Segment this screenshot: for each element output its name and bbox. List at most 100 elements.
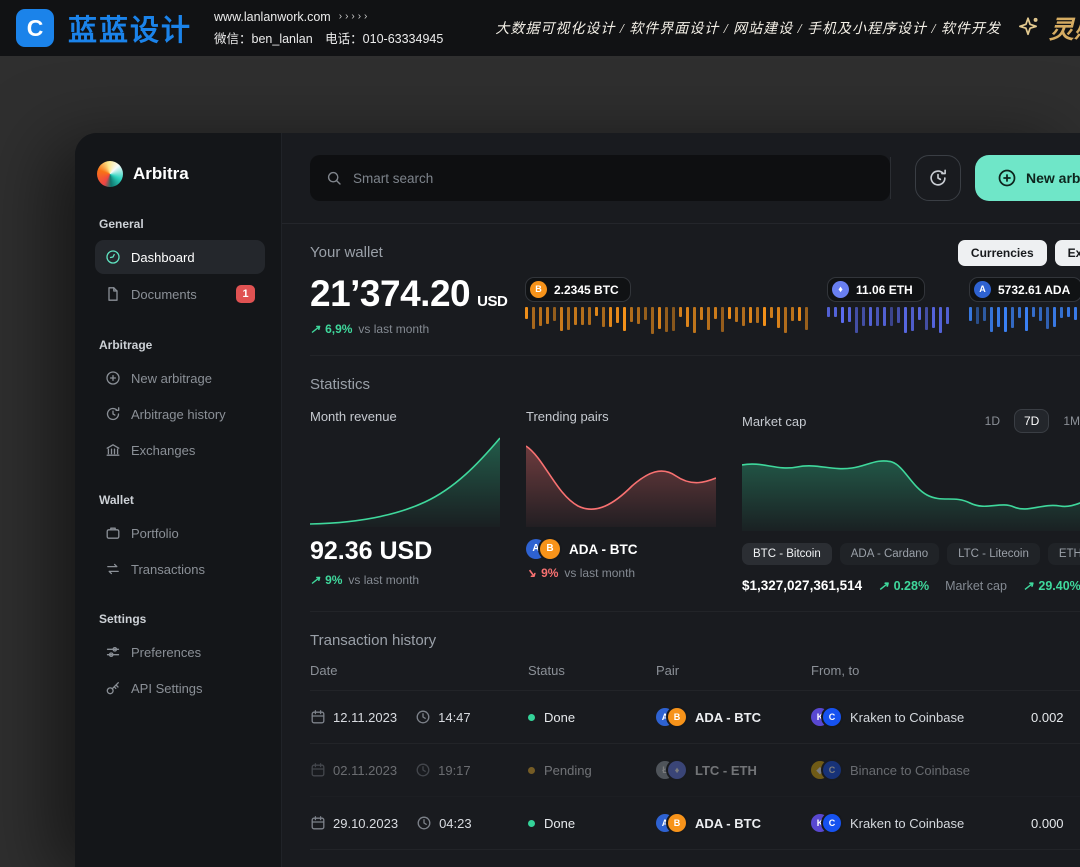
page-background: Arbitra General Dashboard Documents1 Arbitr… [0,56,1080,867]
tag-ltc-litecoin[interactable]: LTC - Litecoin [947,543,1040,565]
balance-currency: USD [477,293,507,310]
sidebar-item-label: Arbitrage history [131,407,226,422]
btc-icon: B [668,814,686,832]
pair-cell: Ł♦ LTC - ETH [656,761,811,779]
new-arbitrage-label: New arbitrage [1026,170,1080,186]
eth-icon: ♦ [668,761,686,779]
services-nav[interactable]: 大数据可视化设计 / 软件界面设计 / 网站建设 / 手机及小程序设计 / 软件… [495,18,1001,38]
holding-amount: 2.2345 BTC [554,283,619,297]
sidebar-item-label: Exchanges [131,443,195,458]
sidebar-item-exchanges[interactable]: Exchanges [95,433,265,467]
column-date: Date [310,663,528,678]
status-label: Done [544,816,575,831]
tx-date: 29.10.2023 [333,816,398,831]
date-cell: 29.10.2023 04:23 [310,815,528,831]
exchanges-button[interactable]: Exchanges [1055,240,1080,266]
briefcase-icon [105,525,121,541]
search-input[interactable] [353,171,874,186]
pair-icons: Ł♦ [656,761,686,779]
dashboard-panel: Arbitra General Dashboard Documents1 Arbitr… [75,133,1080,867]
notification-badge: 1 [236,285,255,303]
sidebar: Arbitra General Dashboard Documents1 Arbitr… [75,133,282,867]
period-1m[interactable]: 1M [1053,409,1080,433]
plus-circle-icon [997,168,1017,188]
site-contact-block: www.lanlanwork.com ››››› 微信：ben_lanlan 电… [214,10,443,47]
period-switch: 1D7D1M [975,409,1080,433]
statistics-section: Statistics Month revenue 92.36 USD [310,356,1080,612]
site-contact: 微信：ben_lanlan 电话：010-63334945 [214,28,443,47]
lanlan-logo-icon[interactable]: C [16,9,54,47]
transactions-body: 12.11.2023 14:47 Done AB ADA - BTC KC Kr… [310,691,1080,850]
sparkle-icon [1015,15,1041,41]
app-name: Arbitra [133,164,189,184]
sidebar-section-wallet: Wallet [99,493,261,507]
history-button[interactable] [915,155,961,201]
btc-icon: B [540,539,560,559]
clock-icon [415,709,431,725]
wallet-actions: Currencies Exchanges [958,240,1080,266]
month-revenue-card: Month revenue 92.36 USD ↗9% vs last mont… [310,409,500,593]
sidebar-section-arbitrage: Arbitrage [99,338,261,352]
route-cell: KC Kraken to Coinbase [811,708,1031,726]
inspiration-label: 灵感收集 [1049,10,1080,46]
calendar-icon [310,815,326,831]
coinbase-icon: C [823,761,841,779]
wallet-title: Your wallet [310,244,383,261]
pair-label: ADA - BTC [695,816,761,831]
search-box[interactable] [310,155,890,201]
sidebar-item-preferences[interactable]: Preferences [95,635,265,669]
sidebar-item-transactions[interactable]: Transactions [95,552,265,586]
sidebar-item-label: Transactions [131,562,205,577]
table-header: Date Status Pair From, to [310,649,1080,691]
coinbase-icon: C [823,814,841,832]
route-label: Binance to Coinbase [850,763,970,778]
sidebar-section-settings: Settings [99,612,261,626]
period-1d[interactable]: 1D [975,409,1010,433]
status-cell: Done [528,710,656,725]
logo-letter: C [27,15,44,42]
inspiration-link[interactable]: 灵感收集 [1015,10,1080,46]
status-dot [528,714,535,721]
tag-eth-ethereum[interactable]: ETH - Ethereum [1048,543,1080,565]
period-7d[interactable]: 7D [1014,409,1049,433]
clock-icon [416,815,432,831]
table-row[interactable]: 02.11.2023 19:17 Pending Ł♦ LTC - ETH ◆C… [310,744,1080,797]
wallet-balance: 21’374.20USD ↗6,9% vs last month [310,273,525,336]
new-arbitrage-button[interactable]: New arbitrage [975,155,1080,201]
status-label: Done [544,710,575,725]
sidebar-item-api-settings[interactable]: API Settings [95,671,265,705]
pair-label: LTC - ETH [695,763,757,778]
site-url[interactable]: www.lanlanwork.com [214,10,331,24]
calendar-icon [310,709,326,725]
btc-icon: B [530,281,547,298]
sidebar-item-documents[interactable]: Documents1 [95,276,265,312]
sidebar-item-arbitrage-history[interactable]: Arbitrage history [95,397,265,431]
month-revenue-sparkline [310,432,500,527]
amount-cell: 0.002 [1031,710,1080,725]
status-cell: Done [528,816,656,831]
sidebar-item-dashboard[interactable]: Dashboard [95,240,265,274]
exchange-tags: BTC - Bitcoin ADA - Cardano LTC - Litecoin… [742,543,1080,565]
route-label: Kraken to Coinbase [850,816,964,831]
status-cell: Pending [528,763,656,778]
sidebar-item-new-arbitrage[interactable]: New arbitrage [95,361,265,395]
table-row[interactable]: 29.10.2023 04:23 Done AB ADA - BTC KC Kr… [310,797,1080,850]
market-cap-card: Market cap 1D7D1M BTC - BitcoinADA - Car… [742,409,1080,593]
site-brand[interactable]: 蓝蓝设计 [68,7,192,49]
sidebar-section-general: General [99,217,261,231]
currencies-button[interactable]: Currencies [958,240,1047,266]
history-icon [928,168,948,188]
tag-btc-bitcoin[interactable]: BTC - Bitcoin [742,543,832,565]
balance-value: 21’374.20 [310,273,470,315]
route-cell: ◆C Binance to Coinbase [811,761,1031,779]
tag-ada-cardano[interactable]: ADA - Cardano [840,543,939,565]
sidebar-item-label: Dashboard [131,250,195,265]
route-cell: KC Kraken to Coinbase [811,814,1031,832]
arrows-decoration: ››››› [339,11,371,22]
trending-pairs-change: ↘9% [526,566,558,580]
table-row[interactable]: 12.11.2023 14:47 Done AB ADA - BTC KC Kr… [310,691,1080,744]
sidebar-item-portfolio[interactable]: Portfolio [95,516,265,550]
document-icon [105,286,121,302]
statistics-title: Statistics [310,376,1080,393]
exchange-icons: KC [811,814,841,832]
